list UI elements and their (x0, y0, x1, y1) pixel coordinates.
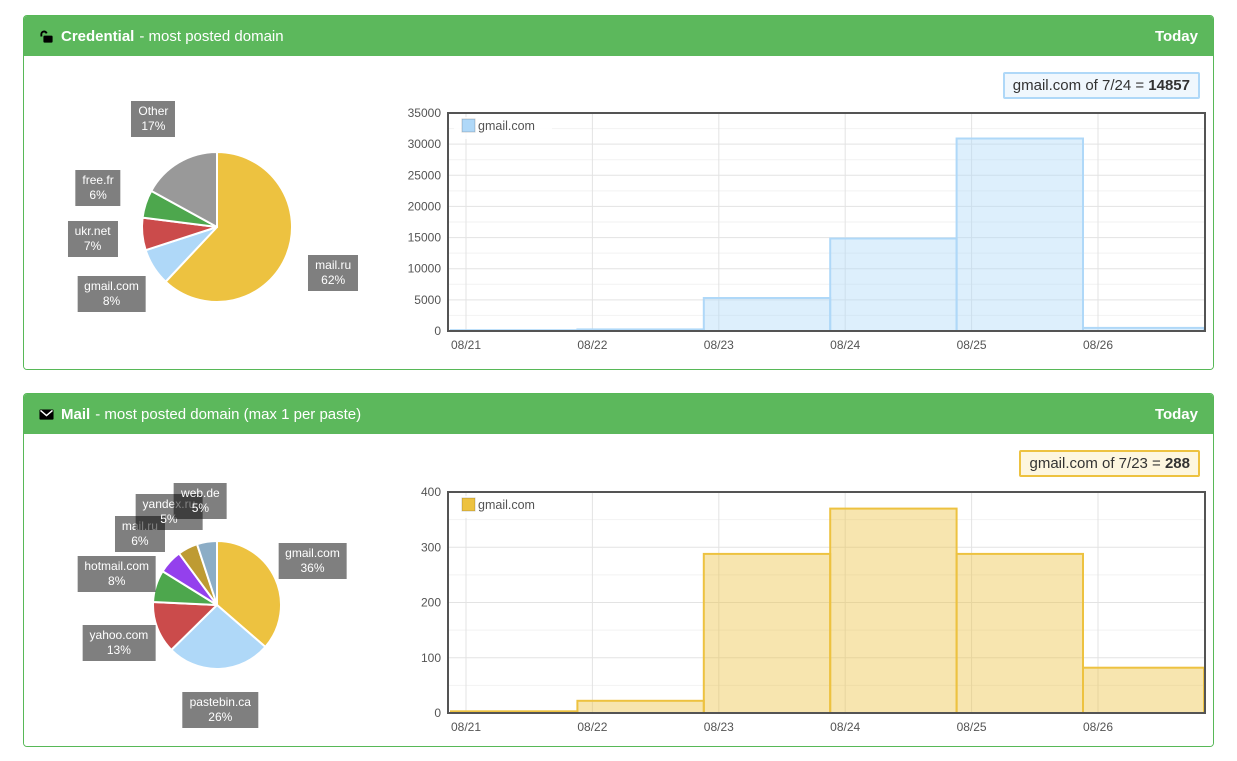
badge-label: gmail.com of 7/23 = (1029, 455, 1164, 472)
pie-label-ukr-net: ukr.net7% (68, 221, 118, 257)
hover-value-badge: gmail.com of 7/23 = 288 (1019, 450, 1200, 477)
x-tick-label: 08/21 (451, 720, 481, 734)
hover-value-badge: gmail.com of 7/24 = 14857 (1003, 72, 1200, 99)
y-tick-label: 25000 (408, 168, 442, 182)
y-tick-label: 20000 (408, 199, 442, 213)
mail-panel-body: gmail.com of 7/23 = 288 gmail.com 0 100 200… (24, 434, 1213, 746)
credential-charts-canvas[interactable]: gmail.com 0 5000 10000 15000 20000 25000 30000 3… (24, 56, 1213, 369)
legend-color-box (462, 119, 475, 132)
y-tick-label: 0 (434, 324, 441, 338)
y-tick-label: 300 (421, 540, 441, 554)
bar-08-23[interactable] (704, 298, 830, 331)
pie-label-pastebin-ca: pastebin.ca26% (183, 692, 258, 728)
mail-panel-header: Mail - most posted domain (max 1 per pas… (24, 394, 1213, 434)
pie-chart[interactable] (142, 152, 292, 302)
x-tick-label: 08/22 (577, 720, 607, 734)
y-tick-label: 15000 (408, 231, 442, 245)
x-tick-label: 08/21 (451, 338, 481, 352)
y-tick-label: 5000 (414, 293, 441, 307)
pie-label-web-de: web.de5% (174, 483, 227, 519)
pie-label-yahoo-com: yahoo.com13% (83, 625, 156, 661)
y-tick-label: 10000 (408, 262, 442, 276)
legend-color-box (462, 498, 475, 511)
x-tick-label: 08/23 (704, 338, 734, 352)
y-tick-label: 200 (421, 596, 441, 610)
badge-value: 288 (1165, 455, 1190, 472)
pie-label-free-fr: free.fr6% (75, 170, 120, 206)
x-tick-label: 08/25 (957, 720, 987, 734)
bar-series-gmail-com[interactable] (451, 509, 1204, 713)
x-tick-label: 08/22 (577, 338, 607, 352)
credential-panel-body: gmail.com of 7/24 = 14857 gmail.com 0 5000… (24, 56, 1213, 369)
bar-series-gmail-com[interactable] (451, 139, 1204, 332)
badge-label: gmail.com of 7/24 = (1013, 77, 1148, 94)
y-tick-label: 0 (434, 706, 441, 720)
badge-value: 14857 (1148, 77, 1190, 94)
pie-chart[interactable] (153, 541, 281, 669)
y-tick-label: 100 (421, 651, 441, 665)
bar-08-25[interactable] (957, 139, 1083, 332)
mail-panel: Mail - most posted domain (max 1 per pas… (23, 393, 1214, 747)
legend-label: gmail.com (478, 498, 535, 512)
panel-subtitle: - most posted domain (max 1 per paste) (95, 406, 361, 423)
pie-label-gmail-com: gmail.com36% (278, 543, 347, 579)
credential-panel-header: Credential - most posted domain Today (24, 16, 1213, 56)
bar-08-23[interactable] (704, 554, 830, 713)
pie-label-mail-ru: mail.ru62% (308, 255, 358, 291)
panel-subtitle: - most posted domain (139, 28, 283, 45)
bar-08-22[interactable] (577, 701, 703, 713)
x-tick-label: 08/26 (1083, 720, 1113, 734)
x-tick-label: 08/24 (830, 720, 860, 734)
panel-title: Credential (61, 28, 134, 45)
legend: gmail.com (454, 496, 552, 518)
envelope-icon (39, 407, 54, 422)
panel-title: Mail (61, 406, 90, 423)
unlock-icon (39, 29, 54, 44)
bar-08-25[interactable] (957, 554, 1083, 713)
bar-08-26[interactable] (1083, 668, 1204, 713)
bar-08-24[interactable] (830, 509, 956, 713)
x-tick-label: 08/24 (830, 338, 860, 352)
credential-panel: Credential - most posted domain Today gm… (23, 15, 1214, 370)
bar-08-24[interactable] (830, 239, 956, 332)
period-label: Today (1155, 406, 1198, 423)
x-tick-label: 08/26 (1083, 338, 1113, 352)
x-tick-label: 08/23 (704, 720, 734, 734)
y-tick-label: 35000 (408, 106, 442, 120)
legend-label: gmail.com (478, 119, 535, 133)
pie-label-gmail-com: gmail.com8% (77, 276, 146, 312)
period-label: Today (1155, 28, 1198, 45)
y-tick-label: 400 (421, 485, 441, 499)
legend: gmail.com (454, 117, 552, 139)
x-tick-label: 08/25 (957, 338, 987, 352)
pie-label-hotmail-com: hotmail.com8% (77, 556, 156, 592)
y-tick-label: 30000 (408, 137, 442, 151)
pie-label-other: Other17% (131, 101, 175, 137)
